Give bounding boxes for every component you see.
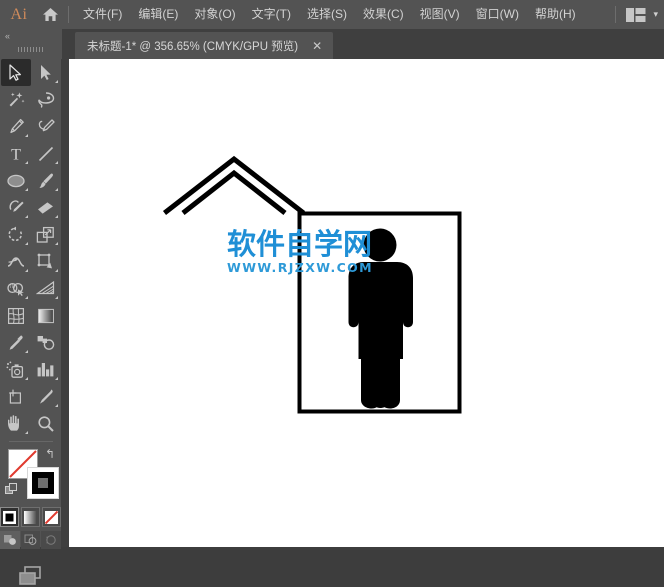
paint-mode-row [0,507,61,527]
ellipse-tool[interactable] [1,167,31,194]
line-segment-tool[interactable] [31,140,61,167]
chevron-down-icon[interactable]: ▾ [653,10,658,19]
fill-swatch-color [32,472,54,494]
zoom-tool[interactable] [31,410,61,437]
symbol-sprayer-tool[interactable] [1,356,31,383]
eyedropper-tool[interactable] [1,329,31,356]
perspective-grid-tool[interactable] [31,275,61,302]
menu-item-effect[interactable]: 效果(C) [355,0,412,29]
flyout-indicator [24,188,28,191]
gradient-tool[interactable] [31,302,61,329]
menu-item-window[interactable]: 窗口(W) [468,0,527,29]
collapse-panel-button[interactable]: « [0,29,61,43]
document-tab-title: 未标题-1* @ 356.65% (CMYK/GPU 预览) [87,40,299,53]
pen-tool[interactable] [1,113,31,140]
draw-behind-button[interactable] [20,531,41,549]
rotate-tool[interactable] [1,221,31,248]
menu-item-object[interactable]: 对象(O) [186,0,243,29]
selection-tool[interactable] [0,59,31,86]
menu-bar: Ai 文件(F) 编辑(E) 对象(O) 文字(T) 选择(S) 效果(C) 视… [0,0,664,29]
document-tab[interactable]: 未标题-1* @ 356.65% (CMYK/GPU 预览) ✕ [75,32,334,59]
flyout-indicator [24,161,28,164]
fill-swatch[interactable] [27,467,59,499]
free-transform-tool[interactable] [31,248,61,275]
draw-inside-button[interactable] [41,531,62,549]
tool-grid: T [0,56,61,437]
mesh-tool[interactable] [1,302,31,329]
person-silhouette [348,228,413,409]
flyout-indicator [24,377,28,380]
flyout-indicator [54,80,58,83]
toolbar-divider [8,441,53,442]
menu-item-view[interactable]: 视图(V) [412,0,468,29]
column-graph-tool[interactable] [31,356,61,383]
lasso-tool[interactable] [31,86,61,113]
flyout-indicator [54,215,58,218]
default-fill-stroke-icon[interactable] [5,483,18,496]
hand-tool[interactable] [1,410,31,437]
document-tab-bar: 未标题-1* @ 356.65% (CMYK/GPU 预览) ✕ [62,29,664,59]
flyout-indicator [54,377,58,380]
scale-tool[interactable] [31,221,61,248]
workspace-divider [615,6,617,23]
workspace-switcher[interactable]: ▾ [615,0,658,29]
canvas-left-strip [61,59,69,547]
home-icon[interactable] [36,7,64,22]
flyout-indicator [24,134,28,137]
menu-item-help[interactable]: 帮助(H) [527,0,584,29]
flyout-indicator [54,161,58,164]
magic-wand-tool[interactable] [1,86,31,113]
menu-item-file[interactable]: 文件(F) [75,0,130,29]
menu-item-edit[interactable]: 编辑(E) [130,0,186,29]
width-tool[interactable] [1,248,31,275]
gradient-mode-button[interactable] [21,507,40,527]
svg-text:T: T [11,147,21,163]
flyout-indicator [54,242,58,245]
draw-mode-row [0,531,62,549]
flyout-indicator [54,404,58,407]
workspace-layout-icon[interactable] [626,7,646,22]
flyout-indicator [54,269,58,272]
menu-item-list: 文件(F) 编辑(E) 对象(O) 文字(T) 选择(S) 效果(C) 视图(V… [75,0,584,29]
blend-tool[interactable] [31,329,61,356]
artwork-hanging-picture-frame-with-person[interactable] [69,59,664,547]
fill-swatch-center [38,478,48,488]
shaper-tool[interactable] [1,194,31,221]
color-mode-button[interactable] [0,507,19,527]
artboard-tool[interactable] [1,383,31,410]
tools-panel: « T ↰ [0,29,62,585]
curvature-tool[interactable] [31,113,61,140]
paintbrush-tool[interactable] [31,167,61,194]
direct-selection-tool[interactable] [31,59,61,86]
panel-drag-handle[interactable] [0,43,61,56]
draw-normal-button[interactable] [0,531,20,549]
flyout-indicator [24,350,28,353]
swap-fill-stroke-icon[interactable]: ↰ [45,448,55,460]
flyout-indicator [24,296,28,299]
flyout-indicator [24,242,28,245]
menu-item-type[interactable]: 文字(T) [244,0,299,29]
close-icon[interactable]: ✕ [310,40,324,52]
flyout-indicator [54,296,58,299]
flyout-indicator [24,431,28,434]
fill-stroke-controls: ↰ [0,447,61,505]
menu-item-select[interactable]: 选择(S) [299,0,355,29]
menubar-divider [68,6,69,23]
illustrator-window: Ai 文件(F) 编辑(E) 对象(O) 文字(T) 选择(S) 效果(C) 视… [0,0,664,585]
type-tool[interactable]: T [1,140,31,167]
shape-builder-tool[interactable] [1,275,31,302]
change-screen-mode-button[interactable] [0,565,61,587]
slice-tool[interactable] [31,383,61,410]
app-logo: Ai [10,5,28,23]
flyout-indicator [24,269,28,272]
eraser-tool[interactable] [31,194,61,221]
flyout-indicator [54,188,58,191]
document-canvas[interactable]: 软件自学网 WWW.RJZXW.COM [69,59,664,547]
none-mode-button[interactable] [42,507,61,527]
flyout-indicator [24,215,28,218]
